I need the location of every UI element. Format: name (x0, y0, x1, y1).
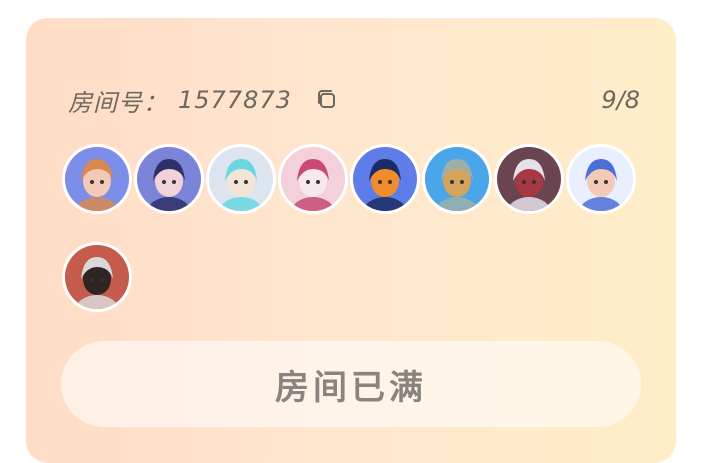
member-avatar-image (425, 147, 489, 211)
member-avatar-image (209, 147, 273, 211)
member-avatar-4[interactable] (278, 144, 348, 214)
member-avatar-5[interactable] (350, 144, 420, 214)
member-avatar-image (281, 147, 345, 211)
member-avatar-3[interactable] (206, 144, 276, 214)
member-avatar-image (497, 147, 561, 211)
copy-icon[interactable] (314, 87, 340, 113)
member-avatar-image (65, 147, 129, 211)
member-count: 9/8 (601, 86, 640, 114)
member-avatar-8[interactable] (566, 144, 636, 214)
room-card: 房间号： 1577873 9/8 房间已满 (26, 18, 676, 463)
member-avatar-1[interactable] (62, 144, 132, 214)
member-avatar-7[interactable] (494, 144, 564, 214)
member-avatar-9[interactable] (62, 242, 132, 312)
room-full-button[interactable]: 房间已满 (61, 341, 641, 427)
member-avatar-2[interactable] (134, 144, 204, 214)
room-header: 房间号： 1577873 (68, 82, 340, 118)
room-number-value: 1577873 (178, 86, 292, 114)
room-number-label: 房间号： (68, 88, 168, 117)
member-avatar-6[interactable] (422, 144, 492, 214)
member-avatar-image (137, 147, 201, 211)
member-avatar-image (65, 245, 129, 309)
member-avatar-image (353, 147, 417, 211)
member-avatar-image (569, 147, 633, 211)
